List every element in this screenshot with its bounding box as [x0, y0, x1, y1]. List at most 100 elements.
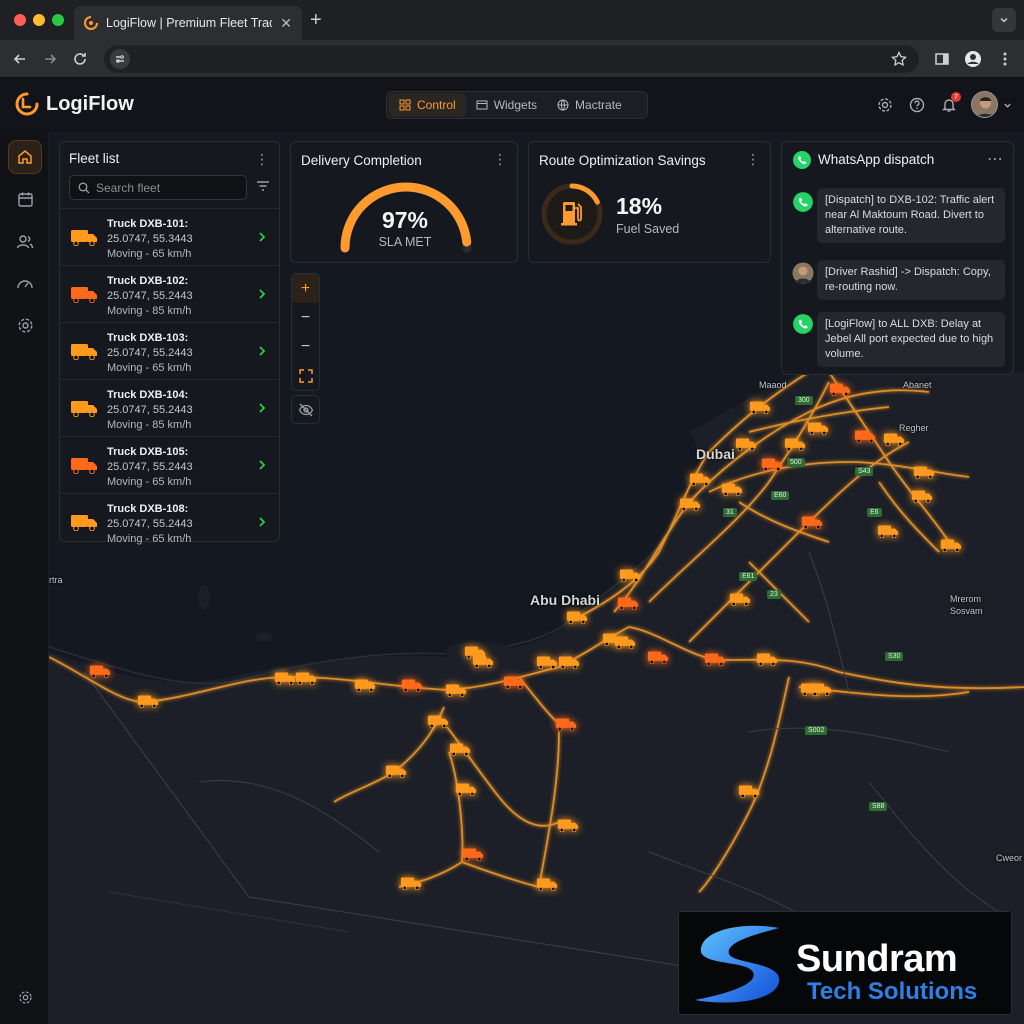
bookmark-star-icon[interactable]	[891, 51, 907, 67]
truck-marker[interactable]	[647, 650, 669, 664]
kebab-menu-icon[interactable]: ⋮	[746, 151, 760, 168]
sidebar-item-calendar[interactable]	[8, 182, 42, 216]
truck-marker[interactable]	[536, 655, 558, 669]
maximize-window-button[interactable]	[52, 14, 64, 26]
truck-marker[interactable]	[401, 678, 423, 692]
truck-marker[interactable]	[940, 538, 962, 552]
truck-marker[interactable]	[704, 652, 726, 666]
sidebar-item-home[interactable]	[8, 140, 42, 174]
truck-marker[interactable]	[738, 784, 760, 798]
chevron-right-icon[interactable]	[258, 401, 266, 419]
truck-marker[interactable]	[807, 421, 829, 435]
tab-widgets[interactable]: Widgets	[466, 93, 547, 117]
fullscreen-button[interactable]	[292, 361, 319, 390]
truck-marker[interactable]	[756, 652, 778, 666]
truck-marker[interactable]	[472, 654, 494, 668]
truck-marker[interactable]	[455, 782, 477, 796]
close-tab-icon[interactable]: ✕	[280, 15, 292, 32]
back-icon[interactable]	[10, 49, 30, 69]
truck-marker[interactable]	[274, 671, 296, 685]
truck-marker[interactable]	[911, 489, 933, 503]
minimize-window-button[interactable]	[33, 14, 45, 26]
fleet-row[interactable]: Truck DXB-108: 25.0747, 55.2443 Moving -…	[60, 493, 279, 550]
zoom-out-button[interactable]: −	[292, 303, 319, 332]
chevron-right-icon[interactable]	[258, 230, 266, 248]
browser-tab[interactable]: LogiFlow | Premium Fleet Tracking ✕	[74, 6, 302, 40]
chevron-right-icon[interactable]	[258, 458, 266, 476]
user-avatar[interactable]	[971, 91, 998, 118]
tab-mactrate[interactable]: Mactrate	[547, 93, 632, 117]
truck-marker[interactable]	[385, 764, 407, 778]
truck-marker[interactable]	[619, 568, 641, 582]
truck-marker[interactable]	[503, 675, 525, 689]
kebab-menu-icon[interactable]: ⋮	[493, 151, 507, 168]
truck-marker[interactable]	[617, 596, 639, 610]
truck-marker[interactable]	[749, 400, 771, 414]
kebab-menu-icon[interactable]	[995, 49, 1015, 69]
tab-control[interactable]: Control	[389, 93, 466, 117]
truck-marker[interactable]	[829, 382, 851, 396]
chevron-right-icon[interactable]	[258, 344, 266, 362]
truck-marker[interactable]	[679, 497, 701, 511]
truck-marker[interactable]	[729, 592, 751, 606]
truck-marker[interactable]	[689, 472, 711, 486]
reload-icon[interactable]	[70, 49, 90, 69]
truck-marker[interactable]	[400, 876, 422, 890]
truck-marker[interactable]	[913, 465, 935, 479]
notifications-bell-icon[interactable]: 7	[940, 92, 961, 114]
tab-search-button[interactable]	[992, 8, 1016, 32]
truck-marker[interactable]	[877, 524, 899, 538]
help-icon[interactable]	[908, 96, 926, 114]
fleet-search-input[interactable]	[96, 180, 236, 195]
address-bar[interactable]	[104, 45, 919, 73]
truck-marker[interactable]	[445, 683, 467, 697]
truck-marker[interactable]	[89, 664, 111, 678]
truck-marker[interactable]	[137, 694, 159, 708]
site-info-icon[interactable]	[110, 49, 130, 69]
truck-marker[interactable]	[354, 678, 376, 692]
sidebar-item-settings-bottom[interactable]	[8, 980, 42, 1014]
new-tab-icon[interactable]: +	[310, 9, 322, 32]
truck-marker[interactable]	[449, 742, 471, 756]
kebab-menu-icon[interactable]: ⋮	[255, 151, 269, 168]
truck-marker[interactable]	[735, 437, 757, 451]
filter-icon[interactable]	[256, 180, 270, 192]
profile-icon[interactable]	[963, 49, 983, 69]
truck-marker[interactable]	[801, 515, 823, 529]
forward-icon[interactable]	[40, 49, 60, 69]
truck-marker[interactable]	[427, 714, 449, 728]
fleet-row[interactable]: Truck DXB-103: 25.0747, 55.2443 Moving -…	[60, 322, 279, 379]
sidebar-item-settings[interactable]	[8, 308, 42, 342]
truck-marker[interactable]	[854, 429, 876, 443]
truck-marker[interactable]	[558, 655, 580, 669]
close-window-button[interactable]	[14, 14, 26, 26]
app-logo[interactable]: LogiFlow	[14, 91, 134, 117]
truck-marker[interactable]	[721, 482, 743, 496]
truck-marker[interactable]	[761, 457, 783, 471]
truck-marker[interactable]	[810, 682, 832, 696]
truck-marker[interactable]	[784, 437, 806, 451]
fleet-row[interactable]: Truck DXB-104: 25.0747, 55.2443 Moving -…	[60, 379, 279, 436]
side-panel-icon[interactable]	[932, 49, 952, 69]
truck-marker[interactable]	[883, 432, 905, 446]
truck-marker[interactable]	[566, 610, 588, 624]
sidebar-item-dashboard[interactable]	[8, 266, 42, 300]
chevron-down-icon[interactable]	[1003, 101, 1012, 110]
chevron-right-icon[interactable]	[258, 515, 266, 533]
sidebar-item-users[interactable]	[8, 224, 42, 258]
fleet-row[interactable]: Truck DXB-102: 25.0747, 55.2443 Moving -…	[60, 265, 279, 322]
fleet-search-box[interactable]	[69, 175, 247, 200]
truck-marker[interactable]	[462, 847, 484, 861]
settings-gear-icon[interactable]	[876, 96, 894, 114]
truck-marker[interactable]	[555, 717, 577, 731]
zoom-out-secondary-button[interactable]: −	[292, 332, 319, 361]
more-options-icon[interactable]: ⋯	[987, 149, 1003, 169]
zoom-in-button[interactable]: +	[292, 274, 319, 303]
truck-marker[interactable]	[295, 671, 317, 685]
chevron-right-icon[interactable]	[258, 287, 266, 305]
fleet-row[interactable]: Truck DXB-105: 25.0747, 55.2443 Moving -…	[60, 436, 279, 493]
truck-marker[interactable]	[614, 635, 636, 649]
truck-marker[interactable]	[536, 877, 558, 891]
fleet-row[interactable]: Truck DXB-101: 25.0747, 55.3443 Moving -…	[60, 208, 279, 265]
truck-marker[interactable]	[557, 818, 579, 832]
